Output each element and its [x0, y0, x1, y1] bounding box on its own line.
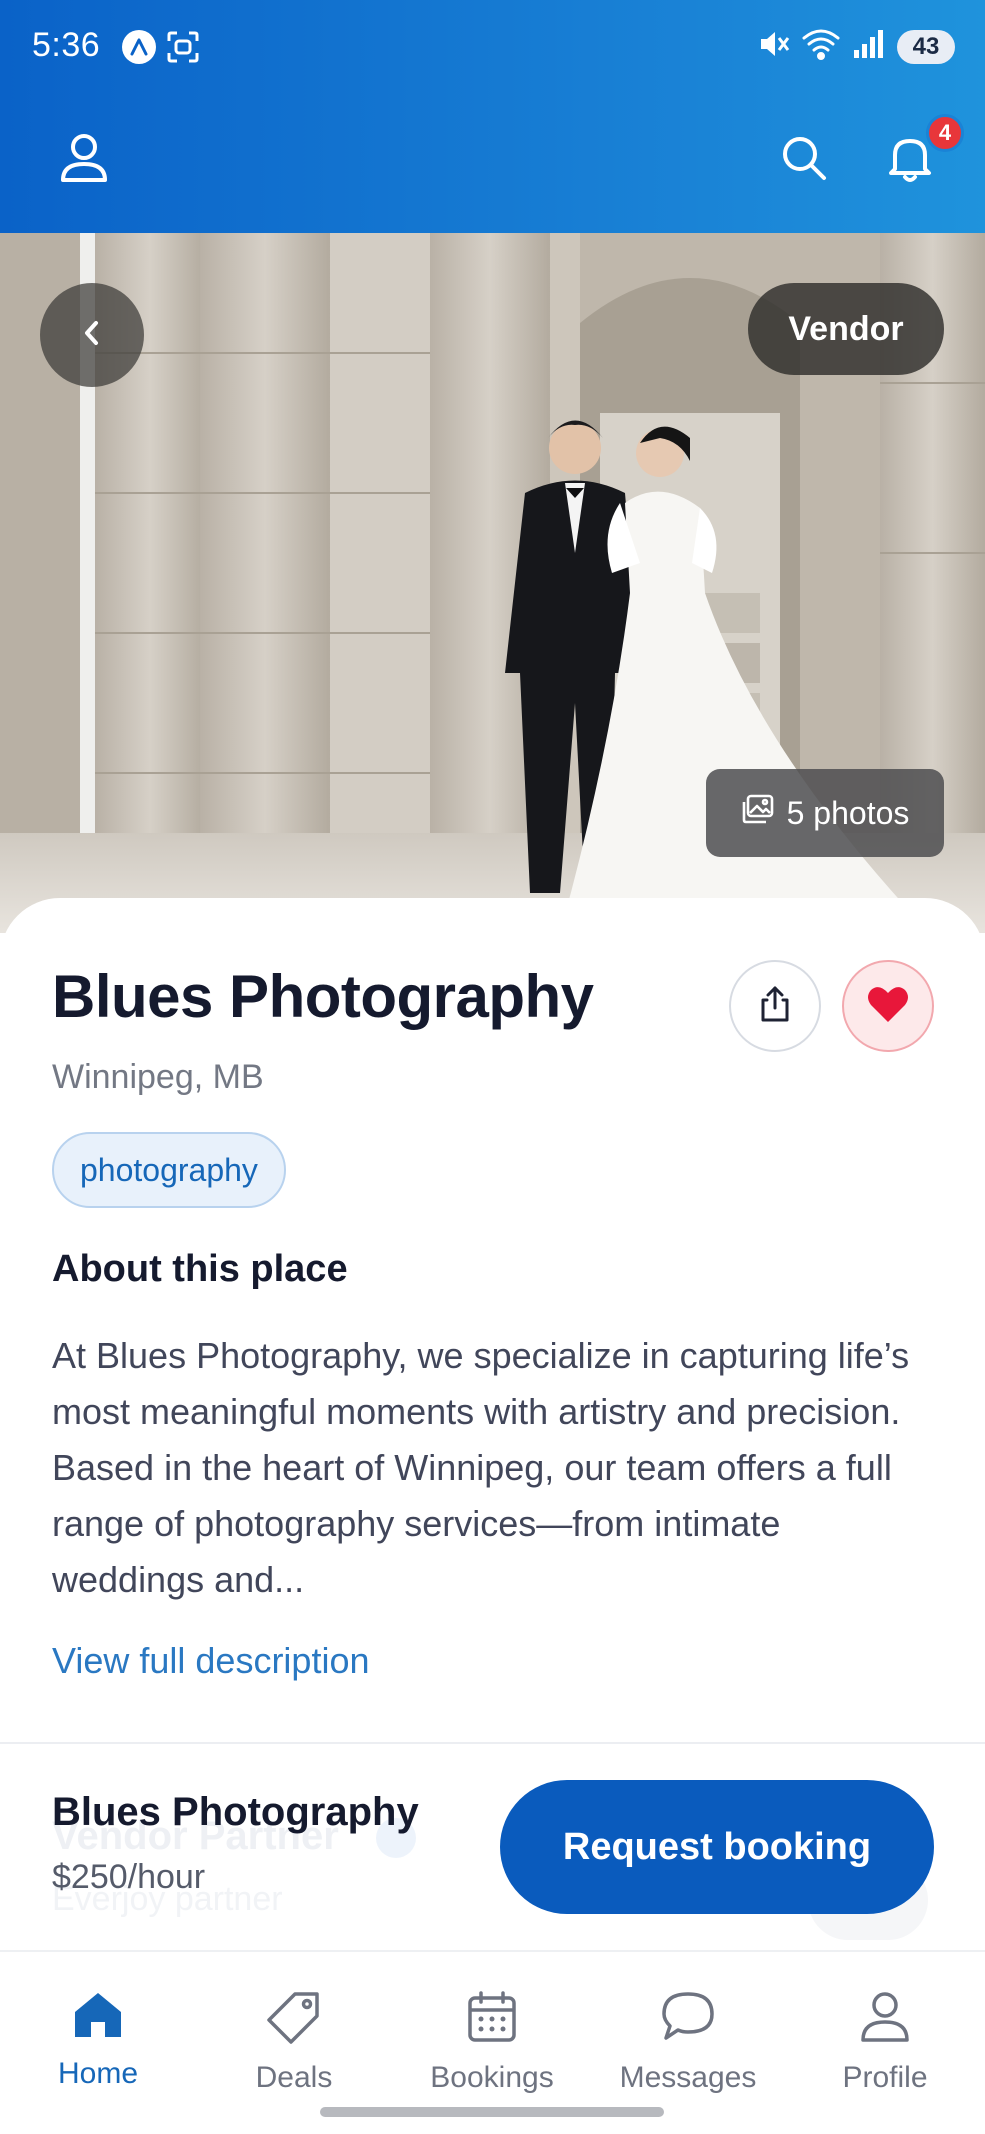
profile-icon [59, 132, 109, 189]
photos-button[interactable]: 5 photos [706, 769, 944, 857]
top-header: 5:36 43 [0, 0, 985, 233]
nav-home[interactable]: Home [8, 1990, 188, 2100]
signal-icon [851, 26, 887, 67]
nav-deals[interactable]: Deals [204, 1990, 384, 2100]
nav-bookings[interactable]: Bookings [402, 1990, 582, 2100]
booking-vendor-name: Blues Photography [52, 1790, 419, 1834]
mute-icon [755, 26, 791, 67]
calendar-icon [466, 1990, 518, 2049]
share-button[interactable] [729, 960, 821, 1052]
search-button[interactable] [772, 128, 836, 192]
view-full-description-link[interactable]: View full description [52, 1640, 370, 1682]
app-bar [0, 120, 985, 200]
nav-label-profile: Profile [842, 2061, 928, 2094]
heart-icon [866, 984, 910, 1029]
status-time: 5:36 [32, 26, 101, 64]
nav-label-bookings: Bookings [430, 2061, 554, 2094]
home-icon [71, 1990, 125, 2045]
status-right: 43 [755, 26, 955, 67]
status-bar: 5:36 43 [0, 0, 985, 95]
profile-button[interactable] [52, 128, 116, 192]
vendor-location: Winnipeg, MB [52, 1058, 264, 1096]
nav-label-deals: Deals [255, 2061, 333, 2094]
share-icon [757, 984, 793, 1029]
screen-record-icon [165, 29, 201, 70]
about-description: At Blues Photography, we specialize in c… [52, 1335, 910, 1600]
notification-badge: 4 [926, 114, 964, 152]
category-chip[interactable]: photography [52, 1132, 286, 1208]
tag-icon [265, 1990, 323, 2049]
a-circle-icon [122, 30, 156, 64]
bell-icon [887, 133, 933, 188]
person-icon [859, 1990, 911, 2049]
battery-indicator: 43 [897, 29, 955, 64]
chat-icon [660, 1990, 716, 2049]
request-booking-button[interactable]: Request booking [500, 1780, 934, 1914]
search-icon [780, 134, 828, 187]
chevron-left-icon [78, 315, 106, 356]
about-title: About this place [52, 1248, 348, 1290]
back-button[interactable] [40, 283, 144, 387]
favorite-button[interactable] [842, 960, 934, 1052]
vendor-name: Blues Photography [52, 963, 594, 1030]
home-indicator [320, 2107, 664, 2117]
vendor-tag: Vendor [748, 283, 944, 375]
nav-messages[interactable]: Messages [598, 1990, 778, 2100]
nav-profile[interactable]: Profile [795, 1990, 975, 2100]
gallery-icon [741, 793, 775, 833]
photos-count-label: 5 photos [786, 794, 910, 831]
wifi-icon [801, 26, 841, 67]
booking-price: $250/hour [52, 1858, 206, 1896]
nav-label-home: Home [57, 2057, 139, 2090]
nav-label-messages: Messages [619, 2061, 757, 2094]
